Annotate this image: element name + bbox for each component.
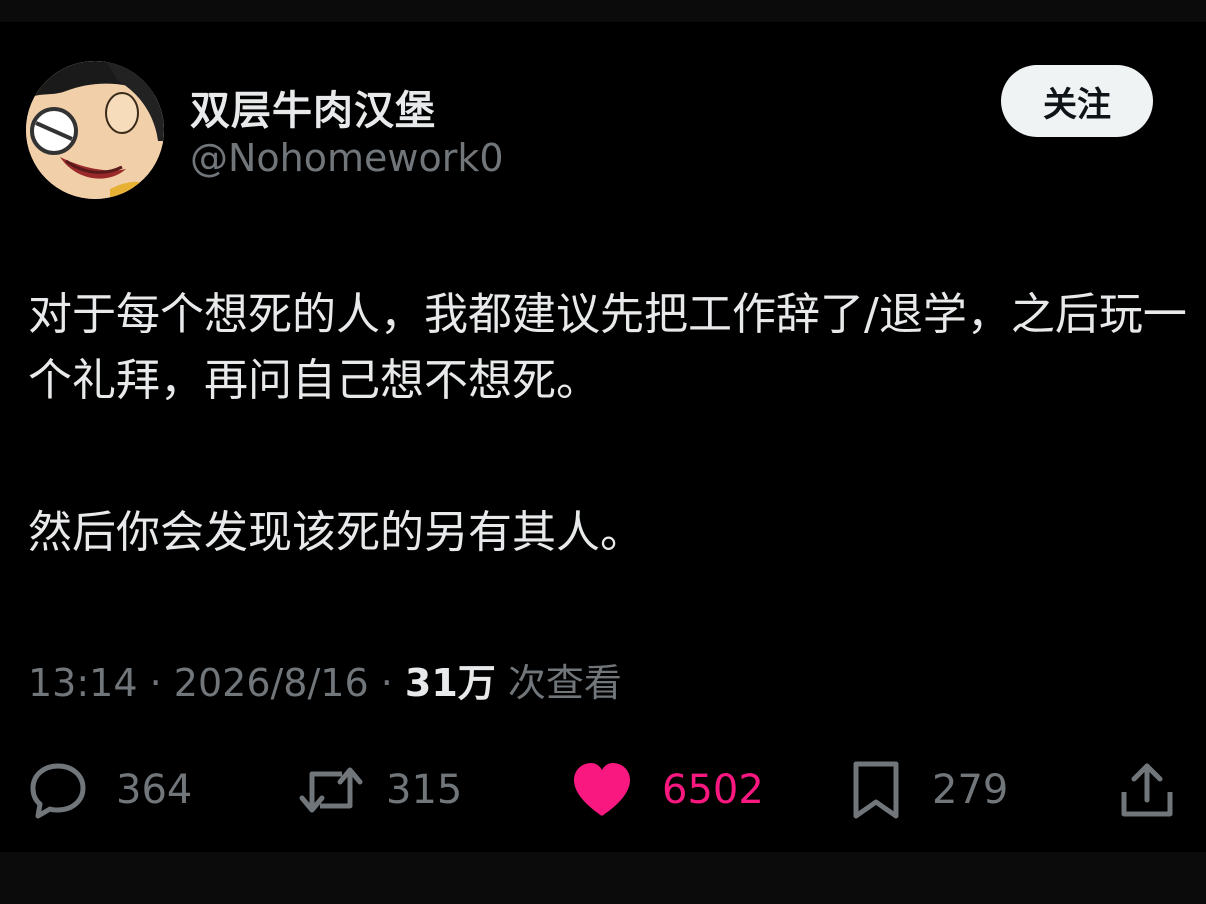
meta-separator: ·: [380, 661, 393, 705]
like-button[interactable]: 6502: [570, 745, 764, 835]
retweet-icon: [298, 760, 364, 820]
tweet-time[interactable]: 13:14: [28, 661, 138, 705]
tweet-paragraph: 对于每个想死的人，我都建议先把工作辞了/退学，之后玩一个礼拜，再问自己想不想死。: [28, 289, 1187, 406]
top-strip: [0, 0, 1206, 22]
retweet-count: 315: [386, 767, 463, 813]
author-display-name[interactable]: 双层牛肉汉堡: [190, 78, 436, 136]
avatar-image: [26, 61, 164, 199]
meta-separator: ·: [149, 661, 162, 705]
follow-button[interactable]: 关注: [1001, 65, 1153, 137]
bookmark-icon: [848, 760, 904, 820]
share-icon: [1118, 760, 1176, 820]
tweet-text: 对于每个想死的人，我都建议先把工作辞了/退学，之后玩一个礼拜，再问自己想不想死。…: [28, 282, 1188, 566]
retweet-button[interactable]: 315: [298, 745, 462, 835]
tweet-paragraph: 然后你会发现该死的另有其人。: [28, 507, 644, 558]
share-button[interactable]: [1118, 745, 1176, 835]
reply-button[interactable]: 364: [28, 745, 192, 835]
bookmark-count: 279: [932, 767, 1009, 813]
tweet-meta: 13:14 · 2026/8/16 · 31万 次查看: [28, 652, 622, 707]
avatar[interactable]: [26, 61, 164, 199]
reply-count: 364: [116, 767, 193, 813]
author-handle[interactable]: @Nohomework0: [190, 136, 504, 180]
action-bar: 364 315 6502 279: [0, 745, 1206, 835]
bookmark-button[interactable]: 279: [848, 745, 1008, 835]
views-count: 31万: [404, 661, 496, 705]
tweet-date[interactable]: 2026/8/16: [174, 661, 369, 705]
heart-icon: [570, 760, 634, 820]
views-label: 次查看: [507, 661, 622, 705]
bottom-strip: [0, 852, 1206, 904]
like-count: 6502: [662, 767, 764, 813]
reply-icon: [28, 760, 88, 820]
